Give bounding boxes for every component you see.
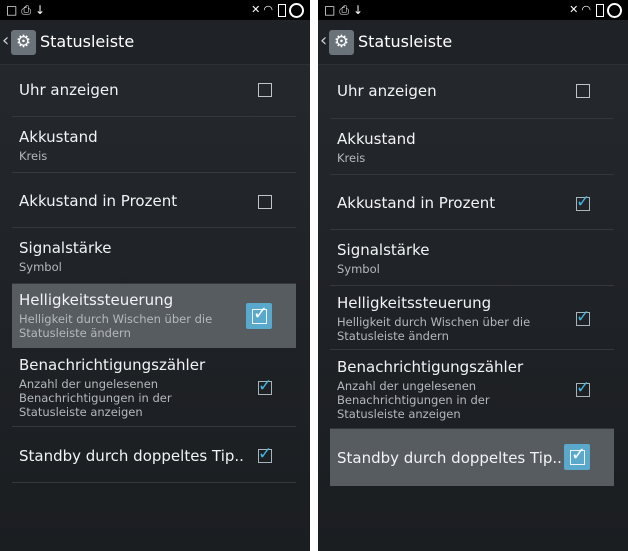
back-icon[interactable]: ‹ bbox=[2, 31, 9, 51]
pref-row-brightness[interactable]: Helligkeitssteuerung Helligkeit durch Wi… bbox=[318, 286, 628, 350]
pref-title: Standby durch doppeltes Tip.. bbox=[19, 447, 244, 465]
settings-gear-icon[interactable]: ⚙ bbox=[329, 30, 354, 55]
status-icons-right: ✕◠ bbox=[569, 2, 622, 18]
pref-title: Akkustand in Prozent bbox=[337, 194, 496, 212]
pref-row-battery-style[interactable]: Akkustand Kreis bbox=[318, 119, 628, 175]
brightness-checkbox[interactable] bbox=[246, 303, 272, 329]
status-icons-left: □⎙↓ bbox=[6, 2, 49, 18]
wifi-icon: ◠ bbox=[263, 3, 276, 16]
double-tap-checkbox[interactable] bbox=[564, 444, 590, 470]
battery-icon bbox=[278, 3, 286, 17]
pref-title: Benachrichtigungszähler bbox=[337, 358, 524, 376]
pref-title: Akkustand bbox=[337, 130, 416, 148]
pref-title: Signalstärke bbox=[337, 241, 430, 259]
pref-row-battery-percent[interactable]: Akkustand in Prozent bbox=[318, 175, 628, 230]
battery-icon bbox=[596, 3, 604, 17]
download-icon: ↓ bbox=[352, 3, 368, 17]
settings-screen-left: □⎙↓ ✕◠ ‹ ⚙ Statusleiste Uhr anzeigen Akk… bbox=[0, 0, 310, 551]
status-icons-left: □⎙↓ bbox=[324, 2, 367, 18]
pref-title: Benachrichtigungszähler bbox=[19, 356, 206, 374]
pref-summary: Symbol bbox=[337, 262, 380, 276]
pref-summary: Helligkeit durch Wischen über die Status… bbox=[337, 315, 531, 343]
pref-title: Helligkeitssteuerung bbox=[19, 291, 174, 309]
pref-row-battery-percent[interactable]: Akkustand in Prozent bbox=[0, 173, 310, 228]
wifi-icon: ◠ bbox=[581, 3, 594, 16]
pref-row-clock[interactable]: Uhr anzeigen bbox=[0, 65, 310, 117]
divider bbox=[330, 349, 614, 350]
pref-summary: Anzahl der ungelesenen Benachrichtigunge… bbox=[337, 379, 490, 421]
pref-title: Akkustand in Prozent bbox=[19, 192, 178, 210]
pref-row-signal[interactable]: Signalstärke Symbol bbox=[318, 230, 628, 286]
brightness-checkbox[interactable] bbox=[576, 307, 590, 327]
printer-icon: ⎙ bbox=[339, 3, 353, 17]
double-tap-checkbox[interactable] bbox=[258, 444, 272, 464]
page-title: Statusleiste bbox=[358, 32, 453, 51]
page-title: Statusleiste bbox=[40, 32, 135, 51]
pref-title: Uhr anzeigen bbox=[337, 82, 437, 100]
settings-gear-icon[interactable]: ⚙ bbox=[11, 30, 36, 55]
status-bar: □⎙↓ ✕◠ bbox=[0, 0, 310, 20]
ring-icon bbox=[289, 2, 304, 18]
download-icon: ↓ bbox=[34, 3, 50, 17]
pref-row-notification-counter[interactable]: Benachrichtigungszähler Anzahl der ungel… bbox=[318, 351, 628, 429]
pref-title: Signalstärke bbox=[19, 239, 112, 257]
pref-row-clock[interactable]: Uhr anzeigen bbox=[318, 65, 628, 119]
pref-row-double-tap[interactable]: Standby durch doppeltes Tip.. bbox=[0, 427, 310, 483]
settings-screen-right: □⎙↓ ✕◠ ‹ ⚙ Statusleiste Uhr anzeigen Akk… bbox=[318, 0, 628, 551]
clock-checkbox[interactable] bbox=[258, 83, 272, 97]
notification-counter-checkbox[interactable] bbox=[576, 378, 590, 398]
mute-icon: ✕ bbox=[251, 3, 264, 16]
pref-title: Uhr anzeigen bbox=[19, 81, 119, 99]
back-icon[interactable]: ‹ bbox=[320, 31, 327, 51]
pref-summary: Helligkeit durch Wischen über die Status… bbox=[19, 312, 213, 340]
pref-summary: Kreis bbox=[19, 149, 48, 163]
printer-icon: ⎙ bbox=[21, 3, 35, 17]
pref-title: Helligkeitssteuerung bbox=[337, 294, 492, 312]
pref-row-notification-counter[interactable]: Benachrichtigungszähler Anzahl der ungel… bbox=[0, 349, 310, 427]
battery-percent-checkbox[interactable] bbox=[576, 192, 590, 212]
mute-icon: ✕ bbox=[569, 3, 582, 16]
square-icon: □ bbox=[324, 3, 340, 17]
pref-summary: Kreis bbox=[337, 151, 366, 165]
status-icons-right: ✕◠ bbox=[251, 2, 304, 18]
pref-row-battery-style[interactable]: Akkustand Kreis bbox=[0, 117, 310, 173]
pref-summary: Symbol bbox=[19, 260, 62, 274]
pref-row-double-tap[interactable]: Standby durch doppeltes Tip.. bbox=[330, 429, 614, 486]
pref-row-signal[interactable]: Signalstärke Symbol bbox=[0, 228, 310, 284]
notification-counter-checkbox[interactable] bbox=[258, 376, 272, 396]
action-bar: ‹ ⚙ Statusleiste bbox=[0, 20, 310, 65]
square-icon: □ bbox=[6, 3, 22, 17]
battery-percent-checkbox[interactable] bbox=[258, 195, 272, 209]
pref-title: Standby durch doppeltes Tip.. bbox=[337, 449, 562, 467]
status-bar: □⎙↓ ✕◠ bbox=[318, 0, 628, 20]
pref-summary: Anzahl der ungelesenen Benachrichtigunge… bbox=[19, 377, 172, 419]
clock-checkbox[interactable] bbox=[576, 84, 590, 98]
pref-row-brightness[interactable]: Helligkeitssteuerung Helligkeit durch Wi… bbox=[12, 284, 296, 348]
divider bbox=[12, 482, 296, 483]
action-bar: ‹ ⚙ Statusleiste bbox=[318, 20, 628, 65]
pref-title: Akkustand bbox=[19, 128, 98, 146]
ring-icon bbox=[607, 2, 622, 18]
